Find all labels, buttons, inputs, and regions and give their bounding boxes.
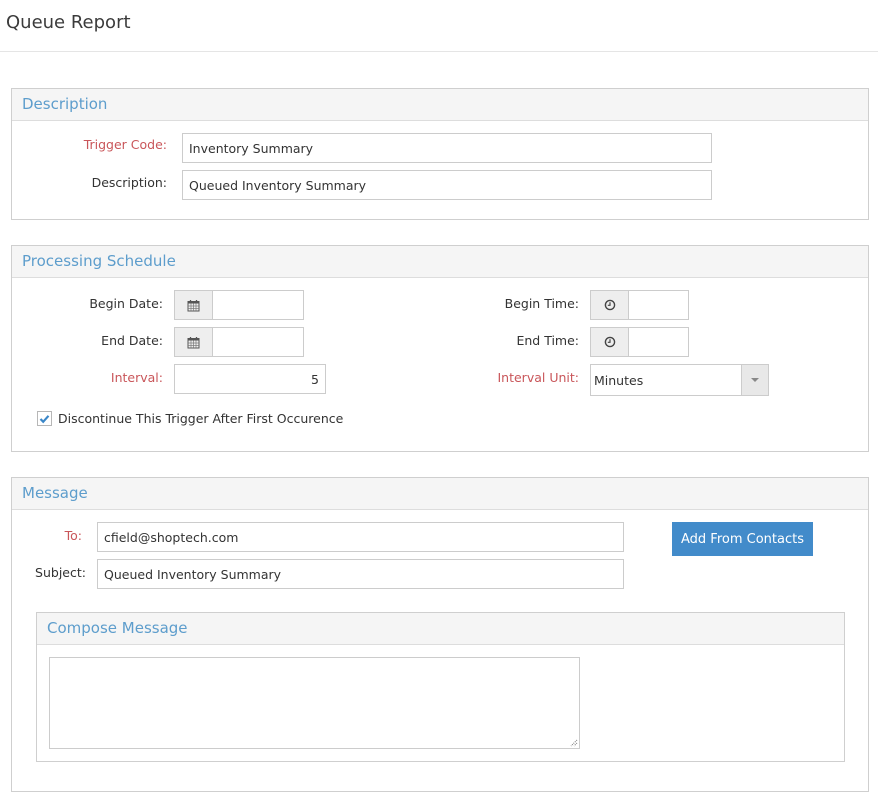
panel-title: Processing Schedule: [22, 252, 176, 270]
panel-header: Processing Schedule: [12, 246, 868, 278]
trigger-code-label: Trigger Code:: [83, 137, 167, 152]
description-input[interactable]: Queued Inventory Summary: [182, 170, 712, 200]
end-date-label: End Date:: [101, 333, 163, 348]
discontinue-checkbox-row[interactable]: Discontinue This Trigger After First Occ…: [37, 411, 343, 426]
end-time-picker-button[interactable]: [591, 328, 629, 356]
trigger-code-input[interactable]: Inventory Summary: [182, 133, 712, 163]
page-title: Queue Report: [6, 12, 131, 33]
panel-title: Description: [22, 95, 108, 113]
end-date-picker-button[interactable]: [175, 328, 213, 356]
compose-message-panel: Compose Message: [36, 612, 845, 762]
begin-date-input-group: [174, 290, 304, 320]
end-time-input-group: [590, 327, 689, 357]
begin-time-input[interactable]: [629, 291, 688, 319]
processing-schedule-panel: Processing Schedule Begin Date: End Date…: [11, 245, 869, 452]
begin-time-input-group: [590, 290, 689, 320]
end-date-input-group: [174, 327, 304, 357]
begin-time-label: Begin Time:: [504, 296, 579, 311]
subject-input[interactable]: Queued Inventory Summary: [97, 559, 624, 589]
to-input[interactable]: cfield@shoptech.com: [97, 522, 624, 552]
compose-message-textarea[interactable]: [49, 657, 580, 749]
interval-unit-select[interactable]: Minutes: [590, 364, 769, 396]
panel-header: Description: [12, 89, 868, 121]
end-date-input[interactable]: [213, 328, 303, 356]
panel-header: Message: [12, 478, 868, 510]
to-label: To:: [64, 528, 82, 543]
interval-unit-value: Minutes: [594, 372, 644, 388]
calendar-icon: [187, 299, 200, 311]
message-panel: Message To: cfield@shoptech.com Subject:…: [11, 477, 869, 792]
begin-date-input[interactable]: [213, 291, 303, 319]
begin-time-picker-button[interactable]: [591, 291, 629, 319]
discontinue-label: Discontinue This Trigger After First Occ…: [58, 411, 344, 426]
description-panel: Description Trigger Code: Inventory Summ…: [11, 88, 869, 220]
interval-input[interactable]: 5: [174, 364, 326, 394]
resize-grip-icon[interactable]: [569, 738, 578, 747]
panel-title: Message: [22, 484, 88, 502]
checkmark-icon: [39, 414, 50, 423]
begin-date-label: Begin Date:: [89, 296, 163, 311]
interval-label: Interval:: [110, 370, 163, 385]
dropdown-toggle[interactable]: [741, 365, 768, 395]
clock-icon: [604, 336, 615, 348]
chevron-down-icon: [751, 378, 759, 382]
description-label: Description:: [91, 175, 167, 190]
subject-label: Subject:: [35, 565, 86, 580]
discontinue-checkbox[interactable]: [37, 411, 52, 426]
clock-icon: [604, 299, 615, 311]
end-time-label: End Time:: [516, 333, 579, 348]
add-from-contacts-button[interactable]: Add From Contacts: [672, 522, 813, 556]
panel-header: Compose Message: [37, 613, 844, 645]
panel-title: Compose Message: [47, 619, 188, 637]
title-divider: [0, 51, 878, 52]
end-time-input[interactable]: [629, 328, 688, 356]
interval-unit-label: Interval Unit:: [497, 370, 579, 385]
calendar-icon: [187, 336, 200, 348]
begin-date-picker-button[interactable]: [175, 291, 213, 319]
